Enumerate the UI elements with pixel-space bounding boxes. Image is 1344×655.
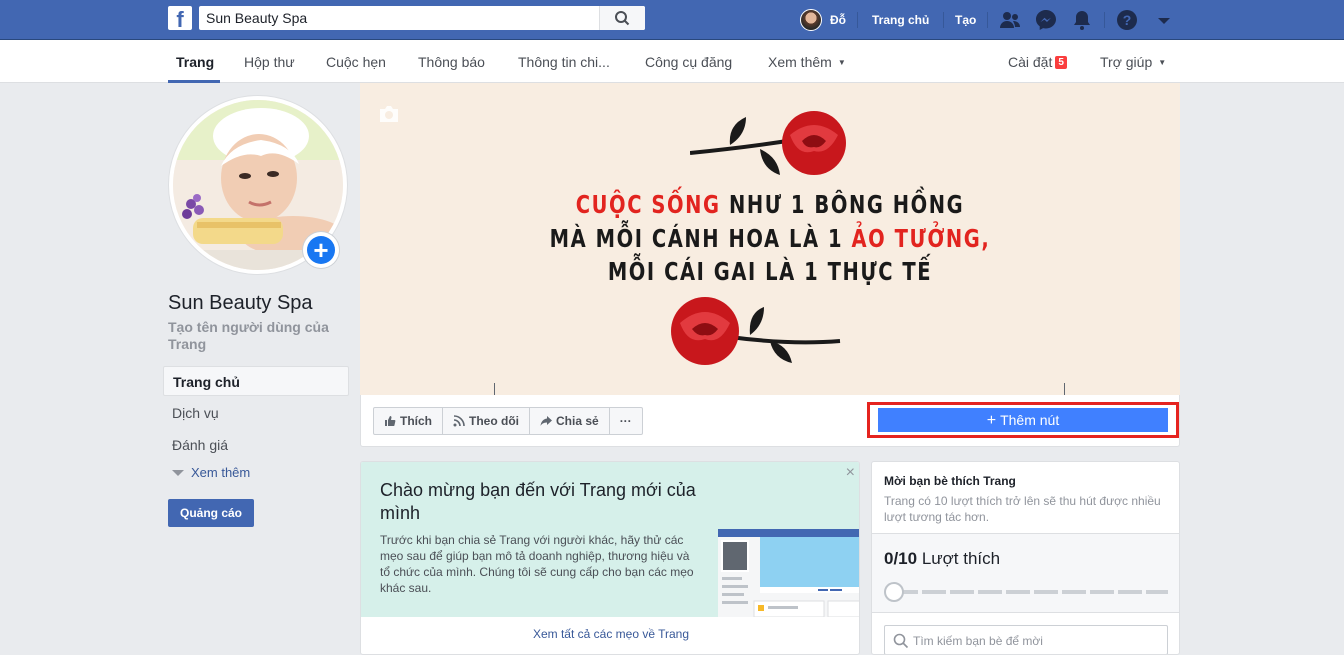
triangle-down-icon bbox=[172, 470, 184, 476]
notifications-bell-icon[interactable] bbox=[1070, 8, 1094, 32]
active-tab-indicator bbox=[168, 80, 220, 83]
tab-notifications[interactable]: Thông báo bbox=[418, 54, 485, 70]
help-label: Trợ giúp bbox=[1100, 54, 1153, 70]
cover-crop-marker bbox=[1064, 383, 1065, 395]
like-button[interactable]: Thích bbox=[374, 408, 443, 434]
sidebar-item-services[interactable]: Dịch vụ bbox=[163, 398, 349, 428]
tab-inbox[interactable]: Hộp thư bbox=[244, 54, 295, 70]
welcome-header: Chào mừng bạn đến với Trang mới của mình… bbox=[361, 462, 859, 617]
add-profile-photo-button[interactable]: + bbox=[303, 232, 339, 268]
sidebar-item-reviews[interactable]: Đánh giá bbox=[163, 430, 349, 460]
home-link[interactable]: Trang chủ bbox=[872, 0, 929, 40]
share-label: Chia sẻ bbox=[556, 414, 599, 428]
plus-icon: + bbox=[307, 236, 335, 264]
search-icon bbox=[615, 11, 630, 26]
create-username-link[interactable]: Tạo tên người dùng của Trang bbox=[168, 319, 348, 353]
cover-text-2-start: MÀ MỖI CÁNH HOA LÀ 1 bbox=[549, 224, 852, 253]
rss-icon bbox=[453, 415, 465, 427]
tab-insights[interactable]: Thông tin chi... bbox=[518, 54, 610, 70]
page-preview-illustration bbox=[718, 529, 859, 617]
cover-text-red-1: CUỘC SỐNG bbox=[575, 190, 721, 219]
divider bbox=[857, 12, 858, 28]
more-options-button[interactable]: ··· bbox=[610, 408, 642, 434]
likes-progress-knob bbox=[884, 582, 904, 602]
settings-link[interactable]: Cài đặt 5 bbox=[1008, 54, 1067, 70]
likes-count-value: 0/10 bbox=[884, 549, 918, 568]
follow-label: Theo dõi bbox=[469, 414, 519, 428]
share-button[interactable]: Chia sẻ bbox=[530, 408, 610, 434]
invite-friends-card: Mời bạn bè thích Trang Trang có 10 lượt … bbox=[871, 461, 1180, 655]
promote-button[interactable]: Quảng cáo bbox=[168, 499, 254, 527]
sidebar-see-more[interactable]: Xem thêm bbox=[172, 465, 250, 480]
welcome-title: Chào mừng bạn đến với Trang mới của mình bbox=[380, 480, 696, 523]
tab-more[interactable]: Xem thêm ▼ bbox=[768, 54, 846, 70]
invite-description: Trang có 10 lượt thích trở lên sẽ thu hú… bbox=[884, 494, 1161, 524]
create-link[interactable]: Tạo bbox=[955, 0, 976, 40]
like-label: Thích bbox=[400, 414, 432, 428]
camera-icon[interactable] bbox=[378, 105, 400, 123]
thumbs-up-icon bbox=[385, 416, 396, 426]
rose-bottom-icon bbox=[671, 297, 841, 365]
search-button[interactable] bbox=[599, 6, 645, 30]
cover-text-line-1: CUỘC SỐNG NHƯ 1 BÔNG HỒNG bbox=[450, 190, 1090, 219]
tab-page[interactable]: Trang bbox=[176, 54, 214, 70]
invite-search-placeholder: Tìm kiếm bạn bè để mời bbox=[913, 634, 1043, 648]
likes-progress-track bbox=[894, 590, 1168, 594]
search-input[interactable]: Sun Beauty Spa bbox=[199, 6, 645, 30]
top-navigation-bar: f Sun Beauty Spa Đỗ Trang chủ Tạo ? bbox=[0, 0, 1344, 40]
plus-icon: + bbox=[986, 412, 997, 429]
help-link[interactable]: Trợ giúp ▼ bbox=[1100, 54, 1166, 70]
likes-count-label: Lượt thích bbox=[917, 549, 1001, 568]
welcome-tips-card: Chào mừng bạn đến với Trang mới của mình… bbox=[360, 461, 860, 655]
settings-label: Cài đặt bbox=[1008, 54, 1053, 70]
messenger-icon[interactable] bbox=[1034, 8, 1058, 32]
cover-text-line-2: MÀ MỖI CÁNH HOA LÀ 1 ẢO TƯỞNG, bbox=[450, 224, 1090, 253]
invite-title: Mời bạn bè thích Trang bbox=[884, 474, 1016, 488]
cover-crop-marker bbox=[494, 383, 495, 395]
avatar bbox=[800, 9, 822, 31]
page-tabs-bar: Trang Hộp thư Cuộc hẹn Thông báo Thông t… bbox=[0, 40, 1344, 83]
sidebar-item-home[interactable]: Trang chủ bbox=[163, 366, 349, 396]
home-label: Trang chủ bbox=[872, 13, 930, 27]
cover-text-line-3: MỖI CÁI GAI LÀ 1 THỰC TẾ bbox=[607, 257, 933, 286]
page-title: Sun Beauty Spa bbox=[168, 292, 313, 314]
svg-text:?: ? bbox=[1123, 12, 1132, 28]
caret-down-icon: ▼ bbox=[837, 58, 846, 67]
divider bbox=[1104, 12, 1105, 28]
highlight-box: + Thêm nút bbox=[867, 402, 1179, 438]
profile-name: Đỗ bbox=[830, 13, 846, 27]
rose-top-icon bbox=[690, 111, 846, 175]
friend-requests-icon[interactable] bbox=[998, 8, 1022, 32]
cover-photo[interactable]: CUỘC SỐNG NHƯ 1 BÔNG HỒNG MÀ MỖI CÁNH HO… bbox=[360, 83, 1180, 395]
divider bbox=[987, 12, 988, 28]
close-icon[interactable]: × bbox=[846, 464, 855, 482]
invite-search-input[interactable]: Tìm kiếm bạn bè để mời bbox=[884, 625, 1168, 654]
divider bbox=[943, 12, 944, 28]
search-input-value: Sun Beauty Spa bbox=[206, 10, 308, 26]
tab-more-label: Xem thêm bbox=[768, 54, 832, 70]
search-icon bbox=[893, 633, 909, 649]
caret-down-icon: ▼ bbox=[1158, 58, 1167, 67]
follow-button[interactable]: Theo dõi bbox=[443, 408, 530, 434]
likes-counter: 0/10 Lượt thích bbox=[884, 549, 1000, 569]
tab-publishing-tools[interactable]: Công cụ đăng bbox=[645, 54, 732, 70]
tab-appointments[interactable]: Cuộc hẹn bbox=[326, 54, 386, 70]
likes-progress-section: 0/10 Lượt thích bbox=[872, 533, 1179, 613]
sidebar-see-more-label: Xem thêm bbox=[191, 465, 251, 480]
help-icon[interactable]: ? bbox=[1115, 8, 1139, 32]
welcome-description: Trước khi bạn chia sẻ Trang với người kh… bbox=[380, 533, 694, 595]
settings-badge: 5 bbox=[1055, 56, 1067, 69]
cover-text-1-rest: NHƯ 1 BÔNG HỒNG bbox=[720, 190, 965, 219]
page-actions-group: Thích Theo dõi Chia sẻ ··· bbox=[373, 407, 643, 435]
see-all-tips-link[interactable]: Xem tất cả các mẹo về Trang bbox=[361, 627, 859, 641]
more-options-icon: ··· bbox=[619, 414, 632, 428]
share-arrow-icon bbox=[540, 416, 552, 426]
facebook-logo-icon[interactable]: f bbox=[168, 6, 192, 30]
cover-text-red-2: ẢO TƯỞNG, bbox=[851, 224, 991, 253]
add-button-label: Thêm nút bbox=[1000, 412, 1060, 428]
create-label: Tạo bbox=[955, 13, 977, 27]
profile-link[interactable]: Đỗ bbox=[800, 0, 846, 40]
account-menu-chevron-down-icon[interactable] bbox=[1152, 8, 1176, 32]
add-button[interactable]: + Thêm nút bbox=[878, 408, 1168, 432]
